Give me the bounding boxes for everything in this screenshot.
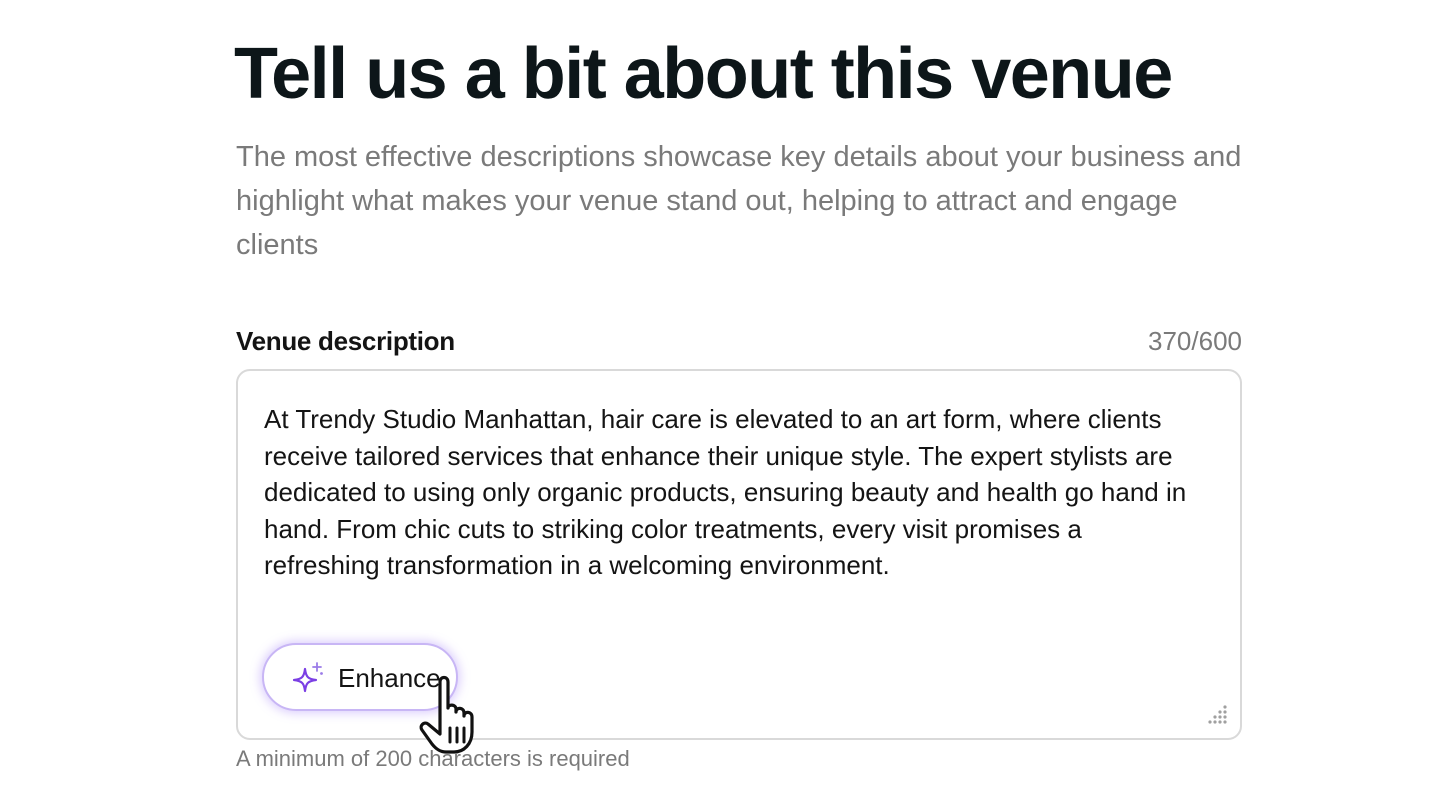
sparkle-icon: [292, 662, 323, 693]
page-subtitle: The most effective descriptions showcase…: [236, 141, 1242, 261]
venue-description-label: Venue description: [236, 326, 455, 356]
character-counter: 370/600: [1148, 326, 1242, 356]
field-header: Venue description 370/600: [236, 322, 1242, 362]
page-title: Tell us a bit about this venue: [234, 34, 1173, 114]
venue-description-textarea[interactable]: At Trendy Studio Manhattan, hair care is…: [236, 369, 1242, 740]
venue-description-text[interactable]: At Trendy Studio Manhattan, hair care is…: [264, 401, 1204, 584]
resize-handle-icon[interactable]: [1206, 704, 1228, 726]
hand-pointer-cursor-icon: [419, 675, 474, 754]
